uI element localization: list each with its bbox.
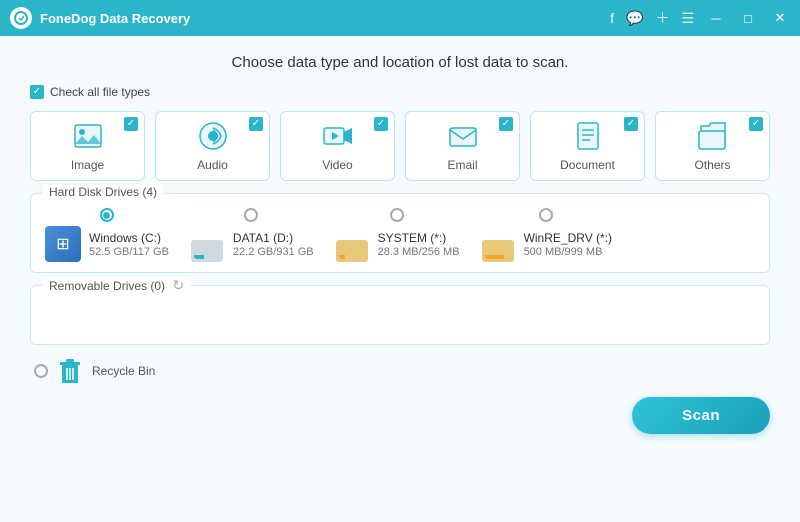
drive-body-d <box>191 240 223 262</box>
drive-c-name: Windows (C:) <box>89 231 169 245</box>
drives-row: Windows (C:) 52.5 GB/117 GB DATA1 (D:) <box>45 204 755 262</box>
bottom-bar: Scan <box>30 397 770 438</box>
removable-title: Removable Drives (0) ↻ <box>43 277 190 294</box>
drive-item-system[interactable]: SYSTEM (*:) 28.3 MB/256 MB <box>334 208 460 262</box>
close-button[interactable]: ✕ <box>770 10 790 26</box>
drive-c-inner: Windows (C:) 52.5 GB/117 GB <box>45 226 169 262</box>
file-type-card-image[interactable]: Image <box>30 111 145 181</box>
image-checkbox[interactable] <box>124 117 138 131</box>
drive-radio-d[interactable] <box>244 208 258 222</box>
audio-icon <box>197 120 229 152</box>
check-all-row: Check all file types <box>30 85 770 99</box>
drive-system-size: 28.3 MB/256 MB <box>378 246 460 258</box>
drive-winre-info: WinRE_DRV (*:) 500 MB/999 MB <box>524 231 612 258</box>
removable-title-text: Removable Drives (0) <box>49 279 165 293</box>
drive-system-name: SYSTEM (*:) <box>378 231 460 245</box>
file-type-card-document[interactable]: Document <box>530 111 645 181</box>
document-checkbox[interactable] <box>624 117 638 131</box>
file-type-card-audio[interactable]: Audio <box>155 111 270 181</box>
removable-section: Removable Drives (0) ↻ <box>30 285 770 345</box>
recycle-bin-icon <box>56 357 84 385</box>
image-icon <box>72 120 104 152</box>
app-logo <box>10 7 32 29</box>
audio-checkbox[interactable] <box>249 117 263 131</box>
page-heading: Choose data type and location of lost da… <box>30 54 770 71</box>
drive-item-winre[interactable]: WinRE_DRV (*:) 500 MB/999 MB <box>480 208 612 262</box>
drive-body-system <box>336 240 368 262</box>
menu-icon[interactable]: ☰ <box>681 10 694 27</box>
file-types-row: Image Audio <box>30 111 770 181</box>
plus-icon[interactable]: ＋ <box>655 8 669 28</box>
main-content: Choose data type and location of lost da… <box>0 36 800 522</box>
drive-body-winre <box>482 240 514 262</box>
drive-d-size: 22.2 GB/931 GB <box>233 246 314 258</box>
facebook-icon[interactable]: f <box>610 10 614 26</box>
document-label: Document <box>560 158 615 172</box>
email-icon <box>447 120 479 152</box>
video-checkbox[interactable] <box>374 117 388 131</box>
titlebar: FoneDog Data Recovery f 💬 ＋ ☰ ─ □ ✕ <box>0 0 800 36</box>
drive-radio-winre[interactable] <box>539 208 553 222</box>
others-checkbox[interactable] <box>749 117 763 131</box>
chat-icon[interactable]: 💬 <box>626 10 643 27</box>
image-label: Image <box>71 158 104 172</box>
drive-radio-c[interactable] <box>100 208 114 222</box>
gray-drive-icon <box>189 226 225 262</box>
drive-c-info: Windows (C:) 52.5 GB/117 GB <box>89 231 169 258</box>
drive-radio-system[interactable] <box>390 208 404 222</box>
document-icon <box>572 120 604 152</box>
drive-d-info: DATA1 (D:) 22.2 GB/931 GB <box>233 231 314 258</box>
drive-winre-inner: WinRE_DRV (*:) 500 MB/999 MB <box>480 226 612 262</box>
drive-winre-name: WinRE_DRV (*:) <box>524 231 612 245</box>
recycle-row: Recycle Bin <box>30 357 770 385</box>
video-label: Video <box>322 158 352 172</box>
drive-system-info: SYSTEM (*:) 28.3 MB/256 MB <box>378 231 460 258</box>
audio-label: Audio <box>197 158 228 172</box>
drive-progress-d <box>194 255 204 259</box>
drive-progress-winre <box>485 255 504 259</box>
titlebar-actions: f 💬 ＋ ☰ ─ □ ✕ <box>610 8 790 28</box>
drive-c-size: 52.5 GB/117 GB <box>89 246 169 258</box>
drive-item-d[interactable]: DATA1 (D:) 22.2 GB/931 GB <box>189 208 314 262</box>
drive-progress-system <box>339 255 345 259</box>
app-title: FoneDog Data Recovery <box>40 11 610 26</box>
drive-d-inner: DATA1 (D:) 22.2 GB/931 GB <box>189 226 314 262</box>
winre-drive-icon <box>480 226 516 262</box>
email-label: Email <box>447 158 477 172</box>
system-drive-icon <box>334 226 370 262</box>
drive-winre-size: 500 MB/999 MB <box>524 246 612 258</box>
file-type-card-video[interactable]: Video <box>280 111 395 181</box>
drive-item-c[interactable]: Windows (C:) 52.5 GB/117 GB <box>45 208 169 262</box>
drive-d-name: DATA1 (D:) <box>233 231 314 245</box>
recycle-radio[interactable] <box>34 364 48 378</box>
video-icon <box>322 120 354 152</box>
minimize-button[interactable]: ─ <box>706 11 726 26</box>
email-checkbox[interactable] <box>499 117 513 131</box>
maximize-button[interactable]: □ <box>738 11 758 26</box>
scan-button[interactable]: Scan <box>632 397 770 434</box>
recycle-bin-label: Recycle Bin <box>92 364 155 378</box>
hard-disk-section: Hard Disk Drives (4) Windows (C:) 52.5 G… <box>30 193 770 273</box>
file-type-card-others[interactable]: Others <box>655 111 770 181</box>
others-icon <box>697 120 729 152</box>
windows-drive-icon <box>45 226 81 262</box>
file-type-card-email[interactable]: Email <box>405 111 520 181</box>
drive-system-inner: SYSTEM (*:) 28.3 MB/256 MB <box>334 226 460 262</box>
check-all-checkbox[interactable] <box>30 85 44 99</box>
refresh-icon[interactable]: ↻ <box>172 277 184 294</box>
others-label: Others <box>694 158 730 172</box>
check-all-label: Check all file types <box>50 85 150 99</box>
hard-disk-title: Hard Disk Drives (4) <box>43 185 163 199</box>
